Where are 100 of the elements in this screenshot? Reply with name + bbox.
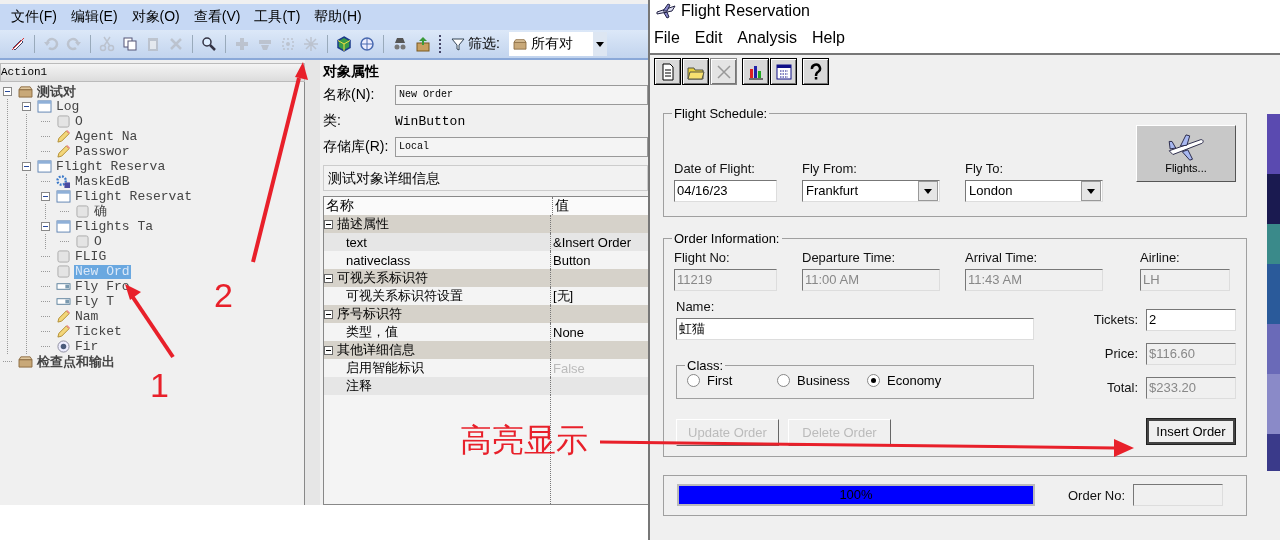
caret-icon <box>1087 188 1095 194</box>
collapse-toggle[interactable] <box>324 219 333 229</box>
menu-item[interactable]: File <box>654 28 680 47</box>
collapse-toggle[interactable] <box>22 102 31 111</box>
menu-item[interactable]: 工具(T) <box>247 8 308 26</box>
window-icon <box>37 160 52 173</box>
radio-option[interactable]: Business <box>777 373 867 388</box>
field-label: Fly To: <box>965 161 1005 176</box>
order-number-field[interactable] <box>1133 484 1224 506</box>
collapse-toggle[interactable] <box>41 222 50 231</box>
tree-item[interactable]: Flights Ta <box>74 219 154 234</box>
tree-item[interactable]: Fir <box>74 339 100 354</box>
insert-order-button[interactable]: Insert Order <box>1146 418 1236 445</box>
field-label: 存储库(R): <box>323 138 390 156</box>
property-group-row[interactable]: 可视关系标识符 <box>324 269 648 287</box>
collapse-toggle[interactable] <box>324 309 333 319</box>
menu-item[interactable]: 编辑(E) <box>63 8 125 26</box>
collapse-toggle[interactable] <box>3 87 12 96</box>
tree-item[interactable]: 检查点和输出 <box>36 354 116 369</box>
caret-icon <box>924 188 932 194</box>
help-button[interactable] <box>802 58 829 85</box>
tree-item[interactable]: O <box>74 114 84 129</box>
property-name: 注释 <box>345 377 372 395</box>
collapse-toggle[interactable] <box>41 192 50 201</box>
property-value: Button <box>553 252 591 268</box>
radio-button[interactable] <box>777 374 790 387</box>
calendar-button[interactable] <box>770 58 797 85</box>
tree-item[interactable]: 测试对 <box>36 84 77 99</box>
name-field[interactable]: New Order <box>395 85 648 105</box>
tree-item[interactable]: Agent Na <box>74 129 139 144</box>
field-label: Tickets: <box>1093 312 1138 327</box>
tickets-field[interactable]: 2 <box>1146 308 1236 331</box>
group-title: Flight Schedule: <box>673 106 769 121</box>
class-value: WinButton <box>395 113 466 129</box>
radio-option[interactable]: Economy <box>867 373 942 388</box>
property-value: None <box>553 324 585 340</box>
menu-item[interactable]: Edit <box>694 28 723 47</box>
to-dropdown[interactable]: London <box>965 180 1103 202</box>
tree-item[interactable]: Flight Reserva <box>55 159 167 174</box>
date-field[interactable]: 04/16/23 <box>674 180 777 202</box>
filter-dropdown[interactable]: 所有对 <box>508 32 607 56</box>
pencil-icon <box>56 310 71 323</box>
menu-item[interactable]: Help <box>811 28 845 47</box>
collapse-toggle[interactable] <box>22 162 31 171</box>
box-icon <box>18 355 33 368</box>
from-dropdown[interactable]: Frankfurt <box>802 180 940 202</box>
property-value: &Insert Order <box>553 234 632 250</box>
field-label: 类: <box>323 112 342 130</box>
annotation-label: 2 <box>214 278 233 312</box>
tree-item[interactable]: Flight Reservat <box>74 189 194 204</box>
property-group-row[interactable]: 描述属性 <box>324 215 648 233</box>
field-label: Price: <box>1104 346 1138 361</box>
radio-button[interactable] <box>687 374 700 387</box>
button-icon <box>56 250 71 263</box>
field-label: Fly From: <box>802 161 858 176</box>
highlight-icon[interactable] <box>334 34 354 54</box>
collapse-toggle[interactable] <box>324 273 333 283</box>
tree-item[interactable]: Fly T <box>74 294 115 309</box>
tree-item[interactable]: O <box>93 234 103 249</box>
menu-item[interactable]: 文件(F) <box>4 8 64 26</box>
menu-item[interactable]: Analysis <box>737 28 797 47</box>
group-name: 序号标识符 <box>337 305 402 323</box>
airplane-icon <box>1167 133 1205 162</box>
radio-button[interactable] <box>867 374 880 387</box>
new-button[interactable] <box>654 58 681 85</box>
tree-item[interactable]: Log <box>55 99 81 114</box>
name-field[interactable]: 虹猫 <box>676 318 1034 340</box>
collapse-toggle[interactable] <box>324 345 333 355</box>
property-group-row[interactable]: 其他详细信息 <box>324 341 648 359</box>
field-label: Departure Time: <box>802 250 897 265</box>
group-name: 描述属性 <box>337 215 389 233</box>
menu-item[interactable]: 对象(O) <box>124 8 187 26</box>
property-group-row[interactable]: 序号标识符 <box>324 305 648 323</box>
tree-item[interactable]: Passwor <box>74 144 131 159</box>
tree-item[interactable]: 确 <box>93 204 108 219</box>
repository-field[interactable]: Local <box>395 137 648 157</box>
cross-icon <box>714 62 733 81</box>
tree-item[interactable]: Nam <box>74 309 100 324</box>
property-name: nativeclass <box>345 252 411 268</box>
export-icon[interactable] <box>413 34 433 54</box>
chart-button[interactable] <box>742 58 769 85</box>
menu-item[interactable]: 查看(V) <box>186 8 248 26</box>
airplane-icon <box>656 3 676 19</box>
copy-icon[interactable] <box>120 34 140 54</box>
tree-item[interactable]: Ticket <box>74 324 123 339</box>
combo-box-icon <box>56 295 71 308</box>
tree-item[interactable]: FLIG <box>74 249 108 264</box>
flights-button[interactable]: Flights... <box>1136 125 1236 182</box>
property-name: 可视关系标识符设置 <box>345 287 463 305</box>
radio-option[interactable]: First <box>687 373 777 388</box>
tree-item[interactable]: MaskEdB <box>74 174 131 189</box>
section-header: 测试对象详细信息 <box>323 165 648 191</box>
pencil-icon <box>56 130 71 143</box>
locate-icon[interactable] <box>357 34 377 54</box>
column-header: 名称 <box>325 197 355 215</box>
open-button[interactable] <box>682 58 709 85</box>
menu-item[interactable]: 帮助(H) <box>307 8 369 26</box>
pencil-icon <box>56 325 71 338</box>
action-selector[interactable]: Action1 <box>0 63 305 82</box>
button-icon <box>56 265 71 278</box>
